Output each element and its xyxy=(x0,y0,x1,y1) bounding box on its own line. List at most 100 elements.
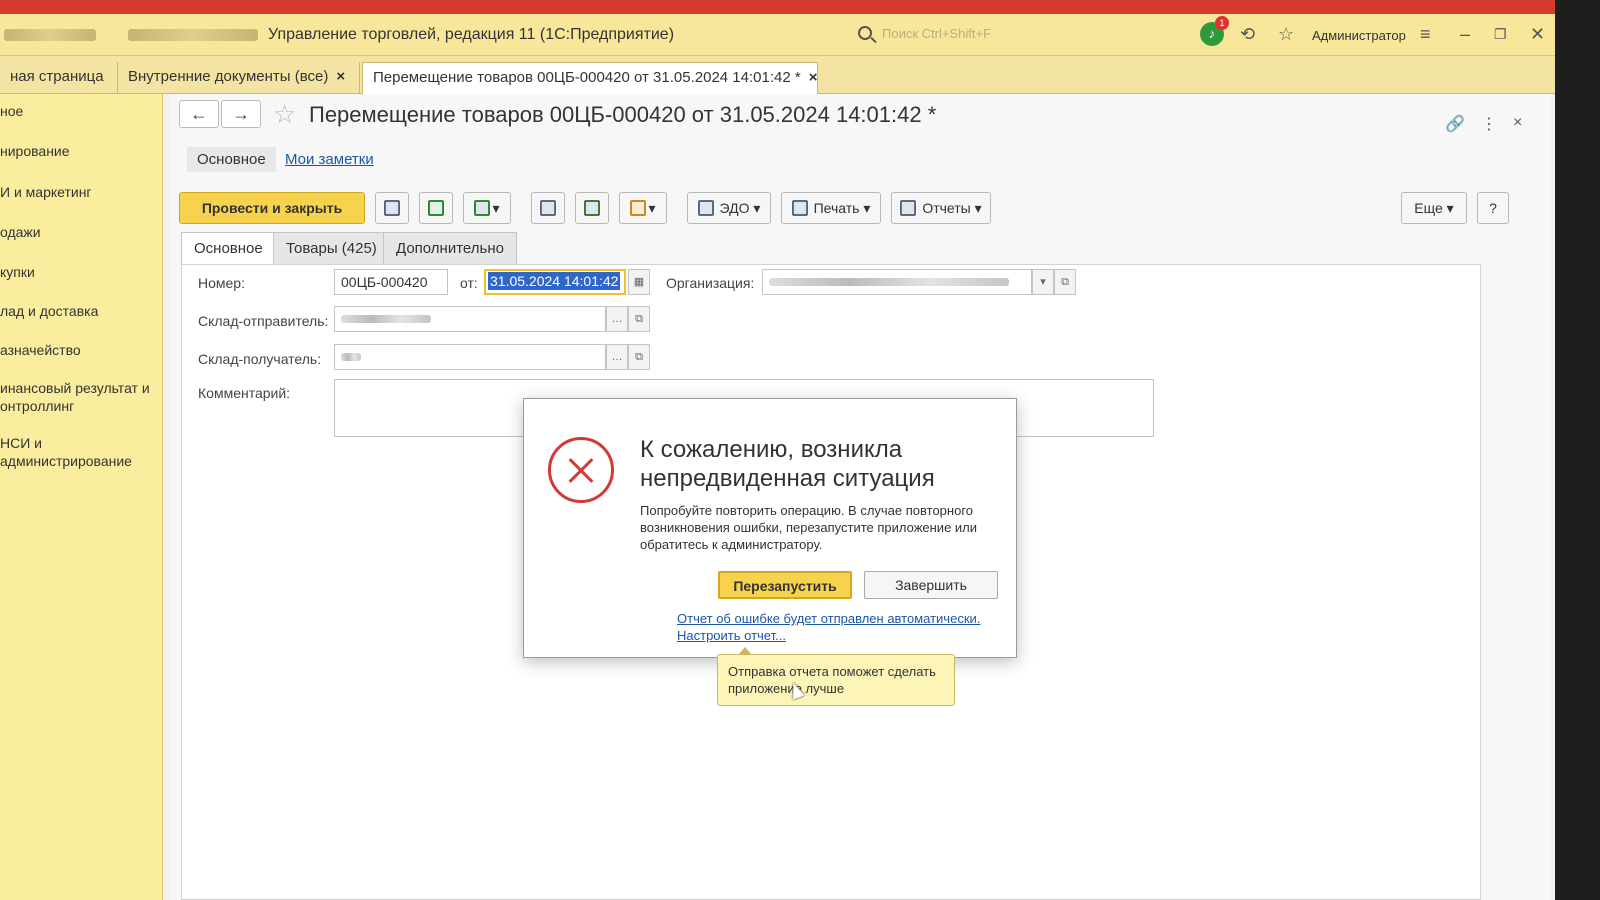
restore-icon[interactable]: ❐ xyxy=(1494,24,1507,44)
link-icon[interactable]: 🔗 xyxy=(1445,114,1465,134)
receiver-warehouse-field[interactable] xyxy=(334,344,606,370)
organization-field[interactable] xyxy=(762,269,1032,295)
blurred-value xyxy=(341,353,361,361)
date-label: от: xyxy=(460,275,478,291)
error-title: К сожалению, возникла непредвиденная сит… xyxy=(640,436,935,492)
sidebar-item-finance-2[interactable]: онтроллинг xyxy=(0,397,74,415)
sidebar-item-crm-marketing[interactable]: И и маркетинг xyxy=(0,183,92,201)
error-dialog: К сожалению, возникла непредвиденная сит… xyxy=(523,398,1017,658)
blurred-title-part xyxy=(4,29,96,41)
more-button[interactable]: Еще ▾ xyxy=(1401,192,1467,224)
reports-label: Отчеты xyxy=(922,200,971,216)
attach-icon xyxy=(584,200,600,216)
sidebar-item-planning[interactable]: нирование xyxy=(0,142,70,160)
minimize-icon[interactable]: – xyxy=(1460,24,1470,44)
related-docs-icon xyxy=(630,200,647,216)
sender-warehouse-field[interactable] xyxy=(334,306,606,332)
close-window-icon[interactable]: ✕ xyxy=(1530,24,1545,44)
close-tab-icon[interactable]: × xyxy=(809,69,818,86)
save-button[interactable] xyxy=(375,192,409,224)
attach-button[interactable] xyxy=(575,192,609,224)
sidebar-item-admin-1[interactable]: НСИ и xyxy=(0,434,42,452)
select-ellipsis-icon[interactable]: … xyxy=(606,306,628,332)
post-icon xyxy=(428,200,444,216)
open-icon[interactable]: ⧉ xyxy=(1054,269,1076,295)
tab-label: Внутренние документы (все) xyxy=(128,68,329,85)
open-icon[interactable]: ⧉ xyxy=(628,344,650,370)
back-button[interactable]: ← xyxy=(179,100,219,128)
reports-button[interactable]: Отчеты ▾ xyxy=(891,192,991,224)
printer-icon xyxy=(791,200,808,216)
taskbar-strip xyxy=(0,0,1555,14)
date-value: 31.05.2024 14:01:42 xyxy=(488,272,621,290)
tab-label: ная страница xyxy=(10,68,104,85)
global-search[interactable]: Поиск Ctrl+Shift+F xyxy=(858,24,1098,46)
close-document-icon[interactable]: × xyxy=(1513,114,1522,132)
report-tooltip: Отправка отчета поможет сделать приложен… xyxy=(717,647,955,706)
blurred-value xyxy=(769,278,1009,286)
select-ellipsis-icon[interactable]: … xyxy=(606,344,628,370)
tab-internal-docs[interactable]: Внутренние документы (все) × xyxy=(118,62,360,94)
date-field[interactable]: 31.05.2024 14:01:42 xyxy=(484,269,626,295)
sidebar-item-treasury[interactable]: азначейство xyxy=(0,341,81,359)
history-icon[interactable]: ⟲ xyxy=(1240,24,1255,44)
document-title: Перемещение товаров 00ЦБ-000420 от 31.05… xyxy=(309,102,937,127)
post-button[interactable] xyxy=(419,192,453,224)
favorites-star-icon[interactable]: ☆ xyxy=(1278,24,1294,44)
open-icon[interactable]: ⧉ xyxy=(628,306,650,332)
related-docs-button[interactable]: ▾ xyxy=(619,192,667,224)
print-button[interactable]: Печать ▾ xyxy=(781,192,881,224)
window-tabs: ная страница Внутренние документы (все) ×… xyxy=(0,56,1555,94)
journal-button[interactable] xyxy=(531,192,565,224)
sidebar-item-finance-1[interactable]: инансовый результат и xyxy=(0,379,150,397)
organization-label: Организация: xyxy=(666,275,755,291)
edo-button[interactable]: ЭДО ▾ xyxy=(687,192,771,224)
main-menu-icon[interactable]: ≡ xyxy=(1420,24,1431,44)
error-icon xyxy=(548,437,614,503)
subtab-main[interactable]: Основное xyxy=(187,147,276,172)
sender-warehouse-label: Склад-отправитель: xyxy=(198,313,329,329)
journal-icon xyxy=(540,200,556,216)
tab-label: Перемещение товаров 00ЦБ-000420 от 31.05… xyxy=(373,69,801,86)
sidebar-item-main[interactable]: ное xyxy=(0,102,23,120)
notifications-badge: 1 xyxy=(1215,16,1229,30)
finish-button[interactable]: Завершить xyxy=(864,571,998,599)
sidebar-item-sales[interactable]: одажи xyxy=(0,223,41,241)
post-and-close-button[interactable]: Провести и закрыть xyxy=(179,192,365,224)
configure-report-link[interactable]: Настроить отчет... xyxy=(677,628,786,643)
save-icon xyxy=(384,200,400,216)
number-field[interactable]: 00ЦБ-000420 xyxy=(334,269,448,295)
more-vertical-icon[interactable]: ⋮ xyxy=(1481,114,1497,134)
app-window: Управление торговлей, редакция 11 (1С:Пр… xyxy=(0,0,1555,900)
restart-button[interactable]: Перезапустить xyxy=(718,571,852,599)
sidebar-item-purchases[interactable]: купки xyxy=(0,263,35,281)
close-tab-icon[interactable]: × xyxy=(336,68,345,85)
sidebar-item-admin-2[interactable]: администрирование xyxy=(0,452,132,470)
number-label: Номер: xyxy=(198,275,245,291)
create-based-on-button[interactable]: ▾ xyxy=(463,192,511,224)
form-tab-additional[interactable]: Дополнительно xyxy=(383,232,517,264)
subtab-my-notes[interactable]: Мои заметки xyxy=(285,151,374,168)
search-placeholder: Поиск Ctrl+Shift+F xyxy=(882,26,991,41)
sections-sidebar: ное нирование И и маркетинг одажи купки … xyxy=(0,94,163,900)
calendar-icon[interactable]: ▦ xyxy=(628,269,650,295)
error-message: Попробуйте повторить операцию. В случае … xyxy=(640,503,978,552)
form-tab-main[interactable]: Основное xyxy=(181,232,276,264)
tab-home[interactable]: ная страница xyxy=(0,62,118,94)
forward-button[interactable]: → xyxy=(221,100,261,128)
help-button[interactable]: ? xyxy=(1477,192,1509,224)
form-tab-goods[interactable]: Товары (425) xyxy=(273,232,390,264)
receiver-warehouse-label: Склад-получатель: xyxy=(198,351,322,367)
tab-transfer-doc[interactable]: Перемещение товаров 00ЦБ-000420 от 31.05… xyxy=(362,62,818,94)
reports-icon xyxy=(900,200,917,216)
sidebar-item-warehouse[interactable]: лад и доставка xyxy=(0,302,98,320)
error-report-link[interactable]: Отчет об ошибке будет отправлен автомати… xyxy=(677,611,980,626)
favorite-star-icon[interactable]: ☆ xyxy=(273,100,296,128)
comment-label: Комментарий: xyxy=(198,385,291,401)
current-user[interactable]: Администратор xyxy=(1312,28,1406,43)
edo-icon xyxy=(697,200,714,216)
more-label: Еще xyxy=(1414,200,1443,216)
dropdown-arrow-icon[interactable]: ▾ xyxy=(1032,269,1054,295)
command-bar: Провести и закрыть ▾ ▾ ЭДО ▾ Печать ▾ От… xyxy=(179,192,1509,226)
notifications-bell-icon[interactable]: ♪ 1 xyxy=(1200,16,1229,46)
